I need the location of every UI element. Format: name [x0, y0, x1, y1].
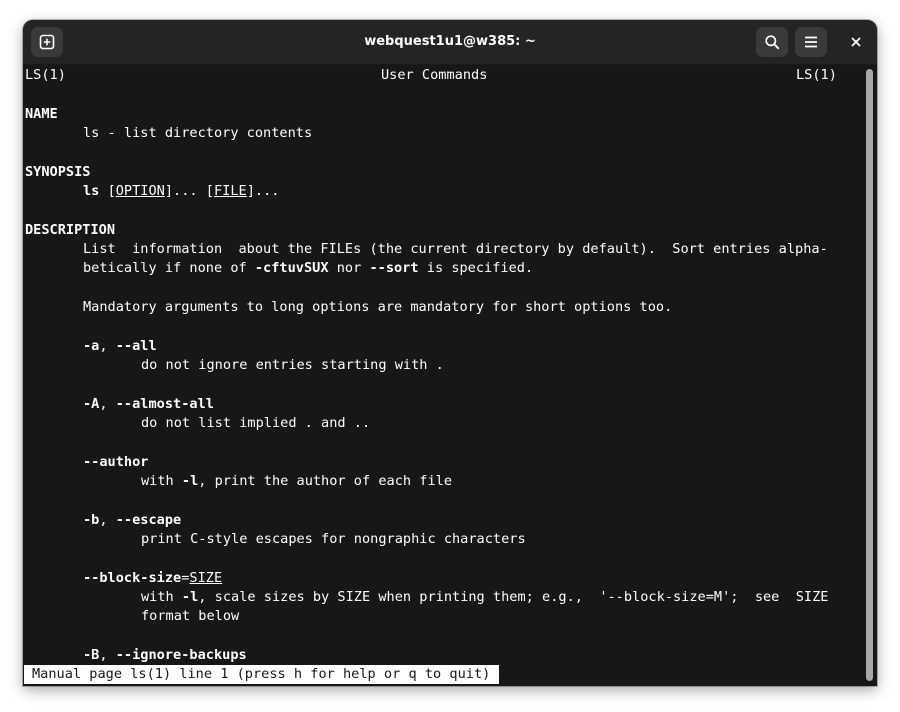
option-all-flags: -a, --all — [83, 337, 157, 356]
option-short-flag: -A — [83, 396, 100, 412]
option-long-flag: --block-size — [83, 570, 182, 586]
option-short-flag: -b — [83, 512, 100, 528]
section-heading-description: DESCRIPTION — [25, 222, 116, 238]
text-segment: , — [99, 338, 116, 354]
synopsis-bracket: ]... — [164, 183, 206, 199]
synopsis-command: ls — [83, 183, 100, 199]
option-short-flag: -B — [83, 647, 100, 663]
synopsis-bracket: [ — [205, 183, 214, 199]
text-segment: betically if none of — [83, 260, 255, 276]
hamburger-menu-icon — [803, 34, 819, 50]
vertical-scrollbar[interactable] — [861, 65, 877, 686]
man-header-center: User Commands — [381, 67, 488, 83]
text-segment: , — [99, 512, 116, 528]
search-icon — [764, 34, 780, 50]
option-ref: -l — [181, 473, 199, 489]
option-escape-flags: -b, --escape — [83, 511, 181, 530]
option-author-flag: --author — [83, 454, 149, 470]
scrollbar-thumb[interactable] — [866, 69, 873, 681]
option-all-description: do not ignore entries starting with . — [141, 357, 444, 373]
synopsis-file-arg: FILE — [213, 183, 247, 199]
close-button[interactable] — [841, 27, 871, 57]
option-long-flag: --escape — [115, 512, 182, 528]
name-text: ls - list directory contents — [83, 125, 313, 141]
synopsis-line: ls [OPTION]... [FILE]... — [83, 182, 279, 201]
window-title: webquest1u1@w385: ~ — [364, 34, 536, 49]
menu-button[interactable] — [795, 27, 827, 57]
text-segment: , — [99, 396, 116, 412]
option-almost-all-flags: -A, --almost-all — [83, 395, 214, 414]
description-line-2: betically if none of -cftuvSUX nor --sor… — [83, 259, 533, 278]
option-arg: SIZE — [189, 570, 223, 586]
option-long-flag: --almost-all — [115, 396, 214, 412]
terminal-content[interactable]: LS(1) User Commands LS(1) NAME ls - list… — [23, 65, 861, 686]
option-ref: -l — [181, 589, 199, 605]
option-block-size-description-1: with -l, scale sizes by SIZE when printi… — [141, 588, 828, 607]
option-block-size-description-2: format below — [141, 608, 240, 624]
option-long-flag: --ignore-backups — [115, 647, 247, 663]
option-escape-description: print C-style escapes for nongraphic cha… — [141, 531, 526, 547]
option-almost-all-description: do not list implied . and .. — [141, 415, 371, 431]
text-segment: , — [99, 647, 116, 663]
text-segment: nor — [328, 260, 370, 276]
close-icon — [850, 33, 862, 52]
option-ref: -cftuvSUX — [254, 260, 329, 276]
section-heading-synopsis: SYNOPSIS — [25, 164, 91, 180]
synopsis-bracket: ]... — [246, 183, 280, 199]
text-segment: , scale sizes by SIZE when printing them… — [198, 589, 829, 605]
option-short-flag: -a — [83, 338, 100, 354]
section-heading-name: NAME — [25, 106, 58, 122]
man-header-left: LS(1) — [25, 67, 66, 83]
option-block-size-flag: --block-size=SIZE — [83, 569, 222, 588]
option-long-flag: --all — [115, 338, 157, 354]
synopsis-bracket: [ — [107, 183, 116, 199]
synopsis-option-arg: OPTION — [115, 183, 165, 199]
text-segment: is specified. — [418, 260, 534, 276]
option-author-description: with -l, print the author of each file — [141, 472, 452, 491]
new-tab-icon — [39, 34, 55, 50]
description-mandatory-note: Mandatory arguments to long options are … — [83, 299, 673, 315]
man-header-right: LS(1) — [796, 67, 837, 83]
description-line-1: List information about the FILEs (the cu… — [83, 241, 828, 257]
terminal-window: webquest1u1@w385: ~ LS(1) User Commands … — [23, 20, 877, 686]
title-bar: webquest1u1@w385: ~ — [23, 20, 877, 65]
search-button[interactable] — [756, 27, 788, 57]
text-segment: with — [141, 589, 182, 605]
text-segment: , print the author of each file — [198, 473, 453, 489]
pager-status-bar: Manual page ls(1) line 1 (press h for he… — [24, 665, 500, 684]
new-tab-button[interactable] — [31, 27, 63, 57]
option-ignore-backups-flags: -B, --ignore-backups — [83, 646, 247, 665]
text-segment: with — [141, 473, 182, 489]
option-ref: --sort — [369, 260, 419, 276]
